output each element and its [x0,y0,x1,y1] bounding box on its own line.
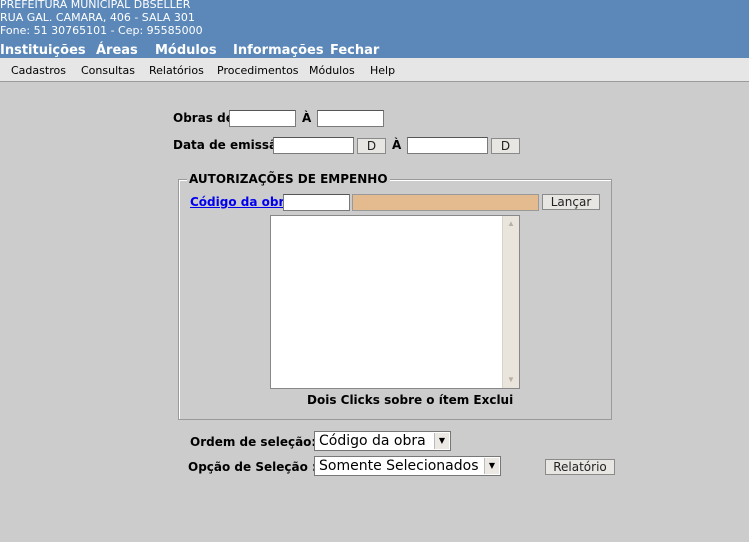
submenu-cadastros[interactable]: Cadastros [11,64,66,77]
chevron-down-icon: ▼ [434,433,449,449]
listbox-hint: Dois Clicks sobre o ítem Exclui [307,393,514,407]
ordem-selecao-select[interactable]: Código da obra ▼ [314,431,451,451]
menu-areas[interactable]: Áreas [96,43,138,58]
scroll-up-icon[interactable]: ▲ [503,217,519,231]
obras-listbox[interactable]: ▲ ▼ [270,215,520,389]
header-banner: PREFEITURA MUNICIPAL DBSELLER RUA GAL. C… [0,0,749,58]
org-address: RUA GAL. CAMARA, 406 - SALA 301 [0,11,195,24]
ordem-selecao-label: Ordem de seleção: [190,435,317,449]
data-emissao-label: Data de emissão [173,138,286,152]
obra-description-field [352,194,539,211]
sub-menu: Cadastros Consultas Relatórios Procedime… [0,58,749,82]
listbox-scrollbar[interactable]: ▲ ▼ [502,216,519,388]
org-contact: Fone: 51 30765101 - Cep: 95585000 [0,24,203,37]
data-ate-label: À [392,138,402,152]
codigo-obra-input[interactable] [283,194,350,211]
codigo-obra-link[interactable]: Código da obra: [190,195,297,209]
org-name: PREFEITURA MUNICIPAL DBSELLER [0,0,191,11]
data-to-input[interactable] [407,137,488,154]
obras-label: Obras de [173,111,234,125]
obras-ate-label: À [302,111,312,125]
menu-instituicoes[interactable]: Instituições [0,43,86,58]
submenu-help[interactable]: Help [370,64,395,77]
submenu-relatorios[interactable]: Relatórios [149,64,204,77]
submenu-consultas[interactable]: Consultas [81,64,135,77]
data-from-input[interactable] [273,137,354,154]
opcao-selecao-label: Opção de Seleção : [188,460,317,474]
lancar-button[interactable]: Lançar [542,194,600,210]
opcao-selecao-select[interactable]: Somente Selecionados ▼ [314,456,501,476]
autorizacoes-legend: AUTORIZAÇÕES DE EMPENHO [187,172,390,186]
scroll-down-icon[interactable]: ▼ [503,373,519,387]
menu-informacoes[interactable]: Informações [233,43,324,58]
obras-from-input[interactable] [229,110,296,127]
submenu-procedimentos[interactable]: Procedimentos [217,64,299,77]
menu-modulos[interactable]: Módulos [155,43,217,58]
ordem-selecao-value: Código da obra [319,433,426,449]
data-to-date-button[interactable]: D [491,138,520,154]
menu-fechar[interactable]: Fechar [330,43,379,58]
chevron-down-icon: ▼ [484,458,499,474]
obras-to-input[interactable] [317,110,384,127]
opcao-selecao-value: Somente Selecionados [319,458,479,474]
submenu-modulos[interactable]: Módulos [309,64,355,77]
data-from-date-button[interactable]: D [357,138,386,154]
relatorio-button[interactable]: Relatório [545,459,615,475]
